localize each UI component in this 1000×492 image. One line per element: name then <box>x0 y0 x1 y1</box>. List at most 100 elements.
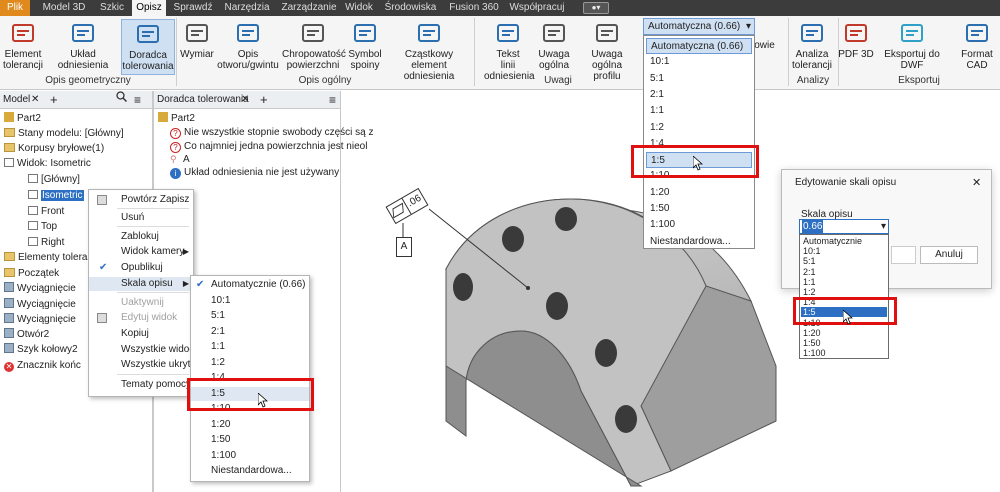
close-icon[interactable]: ✕ <box>972 176 981 189</box>
scale-option[interactable]: Niestandardowa... <box>646 234 752 250</box>
symbol-spoiny-button[interactable]: Symbol spoiny <box>346 19 384 75</box>
dialog-scale-option[interactable]: 1:1 <box>801 277 887 287</box>
chevron-down-icon[interactable]: ▾ <box>881 220 886 233</box>
tree-item[interactable]: Wyciągnięcie <box>4 313 76 326</box>
element-tolerancji-button[interactable]: Element tolerancji <box>2 19 44 75</box>
add-tab-icon[interactable]: + <box>260 91 268 109</box>
context-menu-item[interactable]: Usuń <box>89 211 193 225</box>
context-menu-item[interactable]: Widok kamery ▶ <box>89 245 193 259</box>
scale-option[interactable]: 5:1 <box>646 71 752 87</box>
opis-otworu-button[interactable]: Opis otworu/gwintu <box>217 19 279 75</box>
tab-sprawdź[interactable]: Sprawdź <box>172 0 214 16</box>
tree-item[interactable]: Front <box>28 205 64 218</box>
advisor-item[interactable]: ⚲ A <box>170 153 190 166</box>
submenu-item[interactable]: 1:20 <box>191 418 309 432</box>
cancel-button[interactable]: Anuluj <box>920 246 978 264</box>
doradca-tolerowania-button[interactable]: Doradca tolerowania <box>121 19 175 75</box>
advisor-item[interactable]: Part2 <box>158 112 195 125</box>
scale-option[interactable]: 1:2 <box>646 120 752 136</box>
dialog-scale-option[interactable]: 1:50 <box>801 338 887 348</box>
scale-option[interactable]: 1:100 <box>646 217 752 233</box>
advisor-panel-title[interactable]: Doradca tolerowania <box>157 91 249 109</box>
eksportuj-dwf-button[interactable]: Eksportuj do DWF <box>874 19 950 75</box>
tree-item[interactable]: Part2 <box>4 112 41 125</box>
tab-fusion-360[interactable]: Fusion 360 <box>446 0 502 16</box>
tab-współpracuj[interactable]: Współpracuj <box>508 0 566 16</box>
submenu-item[interactable]: 2:1 <box>191 325 309 339</box>
context-menu-item[interactable]: Powtórz Zapisz <box>89 193 193 207</box>
uklad-odniesienia-button[interactable]: Układ odniesienia <box>47 19 119 75</box>
tekst-linii-button[interactable]: Tekst linii odniesienia <box>484 19 535 82</box>
uwaga-ogolna-profilu-button[interactable]: Uwaga ogólna profilu <box>576 19 638 82</box>
submenu-item[interactable]: 1:1 <box>191 340 309 354</box>
scale-option[interactable]: 2:1 <box>646 87 752 103</box>
scale-option[interactable]: 1:50 <box>646 201 752 217</box>
tree-item[interactable]: ✕ Znacznik końc <box>4 359 81 372</box>
submenu-item[interactable]: 1:50 <box>191 433 309 447</box>
wymiar-button[interactable]: Wymiar <box>178 19 216 75</box>
tab-zarządzanie[interactable]: Zarządzanie <box>279 0 339 16</box>
chropowatosc-button[interactable]: Chropowatość powierzchni <box>282 19 346 75</box>
tree-item[interactable]: Stany modelu: [Główny] <box>4 127 124 140</box>
close-icon[interactable]: ✕ <box>241 91 249 109</box>
context-menu-item[interactable]: Wszystkie widoczne <box>89 343 210 357</box>
advisor-item[interactable]: i Układ odniesienia nie jest używany <box>170 166 339 179</box>
tree-item[interactable]: Top <box>28 220 57 233</box>
search-icon[interactable] <box>116 91 128 109</box>
advisor-item[interactable]: ? Co najmniej jedna powierzchnia jest nie… <box>170 140 367 153</box>
submenu-item[interactable]: 10:1 <box>191 294 309 308</box>
model-panel-title[interactable]: Model <box>3 91 30 109</box>
tree-item[interactable]: Otwór2 <box>4 328 49 341</box>
dialog-scale-option[interactable]: 1:2 <box>801 287 887 297</box>
tree-item[interactable]: Wyciągnięcie <box>4 298 76 311</box>
tree-item[interactable]: Wyciągnięcie <box>4 282 76 295</box>
pdf-3d-button[interactable]: PDF 3D <box>838 19 874 75</box>
dialog-scale-option[interactable]: 10:1 <box>801 246 887 256</box>
scale-option[interactable]: 10:1 <box>646 54 752 70</box>
format-cad-button[interactable]: Format CAD <box>951 19 1000 75</box>
tab-plik[interactable]: Plik <box>0 0 30 16</box>
context-menu-item[interactable]: Kopiuj <box>89 327 193 341</box>
scale-dialog-combo[interactable]: 0.66 ▾ <box>799 219 889 234</box>
submenu-item[interactable]: 5:1 <box>191 309 309 323</box>
uwaga-ogolna-button[interactable]: Uwaga ogólna <box>534 19 574 75</box>
tab-szkic[interactable]: Szkic <box>97 0 127 16</box>
ok-button[interactable] <box>891 246 916 264</box>
tree-item[interactable]: Korpusy bryłowe(1) <box>4 142 104 155</box>
tree-item[interactable]: Początek <box>4 267 59 280</box>
scale-option[interactable]: 1:20 <box>646 185 752 201</box>
tree-item[interactable]: Isometric <box>28 189 84 202</box>
menu-icon[interactable]: ≡ <box>329 91 336 109</box>
dialog-scale-option[interactable]: 1:20 <box>801 328 887 338</box>
tree-item[interactable]: Elementy tolera <box>4 251 87 264</box>
submenu-item[interactable]: 1:2 <box>191 356 309 370</box>
tab-model-3d[interactable]: Model 3D <box>40 0 88 16</box>
tab-widok[interactable]: Widok <box>342 0 376 16</box>
tree-item[interactable]: Right <box>28 236 64 249</box>
tree-item[interactable]: Szyk kołowy2 <box>4 343 78 356</box>
tree-item[interactable]: [Główny] <box>28 173 80 186</box>
scale-input[interactable]: 0.66 <box>802 220 824 233</box>
dialog-scale-option[interactable]: Automatycznie <box>801 236 887 246</box>
scale-option[interactable]: Automatyczna (0.66) <box>646 38 752 54</box>
czastkowy-element-button[interactable]: Cząstkowy element odniesienia <box>386 19 472 82</box>
close-icon[interactable]: ✕ <box>31 91 39 109</box>
chevron-down-icon[interactable]: ▾ <box>746 19 751 34</box>
tree-item[interactable]: Widok: Isometric <box>4 157 91 170</box>
add-tab-icon[interactable]: + <box>50 91 58 109</box>
context-menu-item[interactable]: Zablokuj <box>89 230 193 244</box>
submenu-item[interactable]: ✔ Automatycznie (0.66) <box>191 278 309 292</box>
dialog-scale-option[interactable]: 2:1 <box>801 267 887 277</box>
tab-opisz[interactable]: Opisz <box>132 0 166 16</box>
analiza-tolerancji-button[interactable]: Analiza tolerancji <box>790 19 834 75</box>
scale-option[interactable]: 1:1 <box>646 103 752 119</box>
context-menu-item[interactable]: Skala opisu ▶ <box>89 277 193 291</box>
dialog-scale-option[interactable]: 1:100 <box>801 348 887 358</box>
scale-combo[interactable]: Automatyczna (0.66) ▾ <box>643 18 755 35</box>
context-menu-item[interactable]: ✔ Opublikuj <box>89 261 193 275</box>
datum-label[interactable]: A <box>396 237 412 257</box>
submenu-item[interactable]: Niestandardowa... <box>191 464 309 478</box>
tab-extra-icon[interactable]: ●▾ <box>583 2 609 14</box>
menu-icon[interactable]: ≡ <box>134 91 141 109</box>
dialog-scale-option[interactable]: 5:1 <box>801 256 887 266</box>
